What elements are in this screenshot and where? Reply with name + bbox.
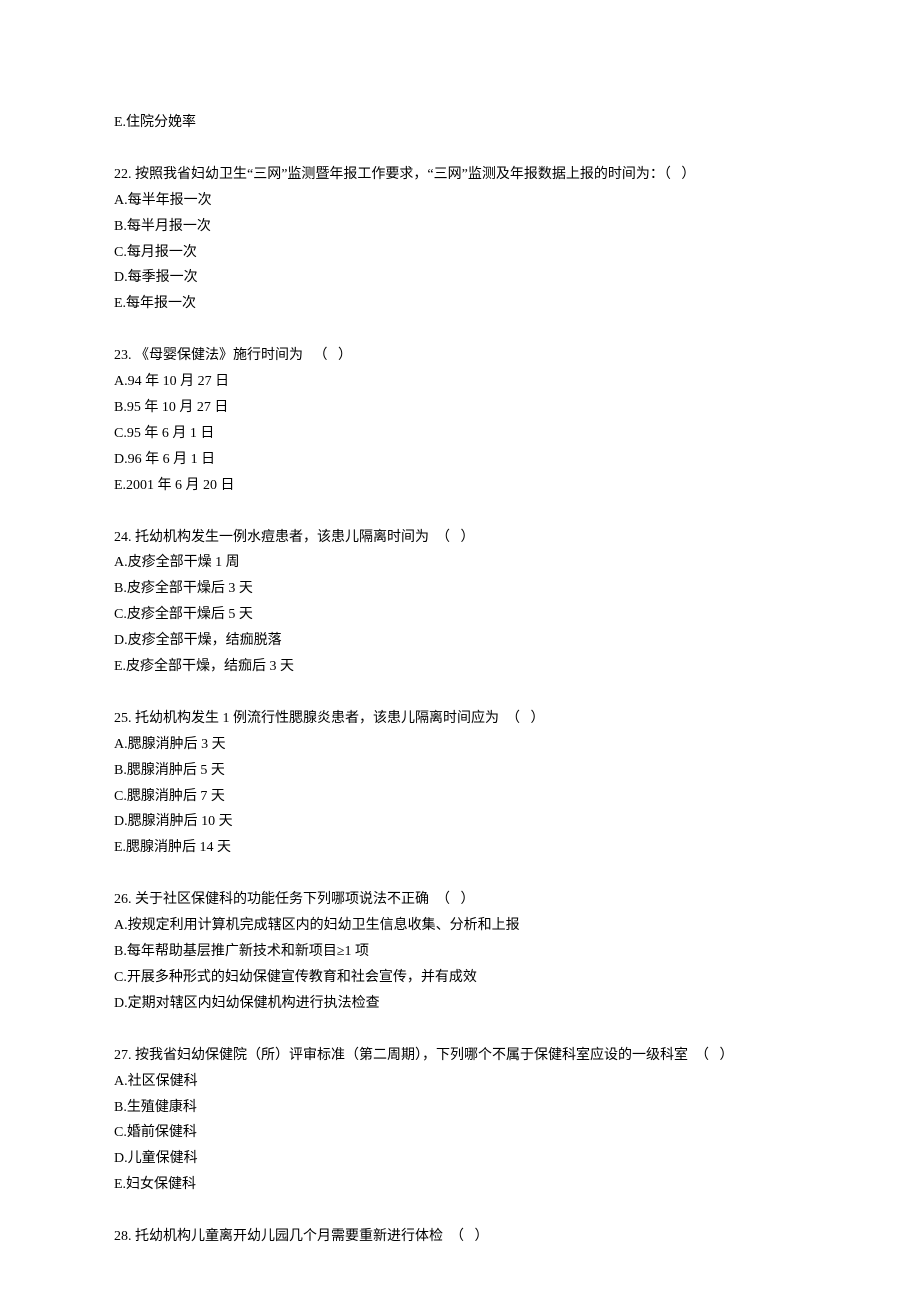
text-line: A.每半年报一次	[114, 188, 806, 214]
text-line: B.95 年 10 月 27 日	[114, 395, 806, 421]
text-line: D.定期对辖区内妇幼保健机构进行执法检查	[114, 991, 806, 1017]
text-line: D.96 年 6 月 1 日	[114, 447, 806, 473]
text-line: B.每半月报一次	[114, 214, 806, 240]
text-line: A.按规定利用计算机完成辖区内的妇幼卫生信息收集、分析和上报	[114, 913, 806, 939]
text-line: C.95 年 6 月 1 日	[114, 421, 806, 447]
text-line: A.94 年 10 月 27 日	[114, 369, 806, 395]
blank-line	[114, 1017, 806, 1043]
text-line: E.皮疹全部干燥，结痂后 3 天	[114, 654, 806, 680]
text-line: D.腮腺消肿后 10 天	[114, 809, 806, 835]
text-line: 26. 关于社区保健科的功能任务下列哪项说法不正确 （ ）	[114, 887, 806, 913]
text-line: C.皮疹全部干燥后 5 天	[114, 602, 806, 628]
text-line: 27. 按我省妇幼保健院（所）评审标准（第二周期），下列哪个不属于保健科室应设的…	[114, 1043, 806, 1069]
text-line: A.皮疹全部干燥 1 周	[114, 550, 806, 576]
blank-line	[114, 1198, 806, 1224]
text-line: B.生殖健康科	[114, 1095, 806, 1121]
text-line: 24. 托幼机构发生一例水痘患者，该患儿隔离时间为 （ ）	[114, 525, 806, 551]
blank-line	[114, 136, 806, 162]
text-line: D.每季报一次	[114, 265, 806, 291]
text-line: A.社区保健科	[114, 1069, 806, 1095]
text-line: C.开展多种形式的妇幼保健宣传教育和社会宣传，并有成效	[114, 965, 806, 991]
text-line: C.婚前保健科	[114, 1120, 806, 1146]
text-line: D.儿童保健科	[114, 1146, 806, 1172]
text-line: 23. 《母婴保健法》施行时间为 （ ）	[114, 343, 806, 369]
text-line: C.腮腺消肿后 7 天	[114, 784, 806, 810]
blank-line	[114, 680, 806, 706]
text-line: 22. 按照我省妇幼卫生“三网”监测暨年报工作要求，“三网”监测及年报数据上报的…	[114, 162, 806, 188]
blank-line	[114, 499, 806, 525]
text-line: B.每年帮助基层推广新技术和新项目≥1 项	[114, 939, 806, 965]
text-line: E.每年报一次	[114, 291, 806, 317]
text-line: 28. 托幼机构儿童离开幼儿园几个月需要重新进行体检 （ ）	[114, 1224, 806, 1250]
text-line: E.住院分娩率	[114, 110, 806, 136]
text-line: 25. 托幼机构发生 1 例流行性腮腺炎患者，该患儿隔离时间应为 （ ）	[114, 706, 806, 732]
text-line: E.腮腺消肿后 14 天	[114, 835, 806, 861]
text-line: E.妇女保健科	[114, 1172, 806, 1198]
text-line: E.2001 年 6 月 20 日	[114, 473, 806, 499]
blank-line	[114, 317, 806, 343]
text-line: A.腮腺消肿后 3 天	[114, 732, 806, 758]
text-line: B.腮腺消肿后 5 天	[114, 758, 806, 784]
text-line: C.每月报一次	[114, 240, 806, 266]
blank-line	[114, 861, 806, 887]
text-line: B.皮疹全部干燥后 3 天	[114, 576, 806, 602]
document-page: E.住院分娩率 22. 按照我省妇幼卫生“三网”监测暨年报工作要求，“三网”监测及…	[0, 0, 920, 1310]
text-line: D.皮疹全部干燥，结痂脱落	[114, 628, 806, 654]
